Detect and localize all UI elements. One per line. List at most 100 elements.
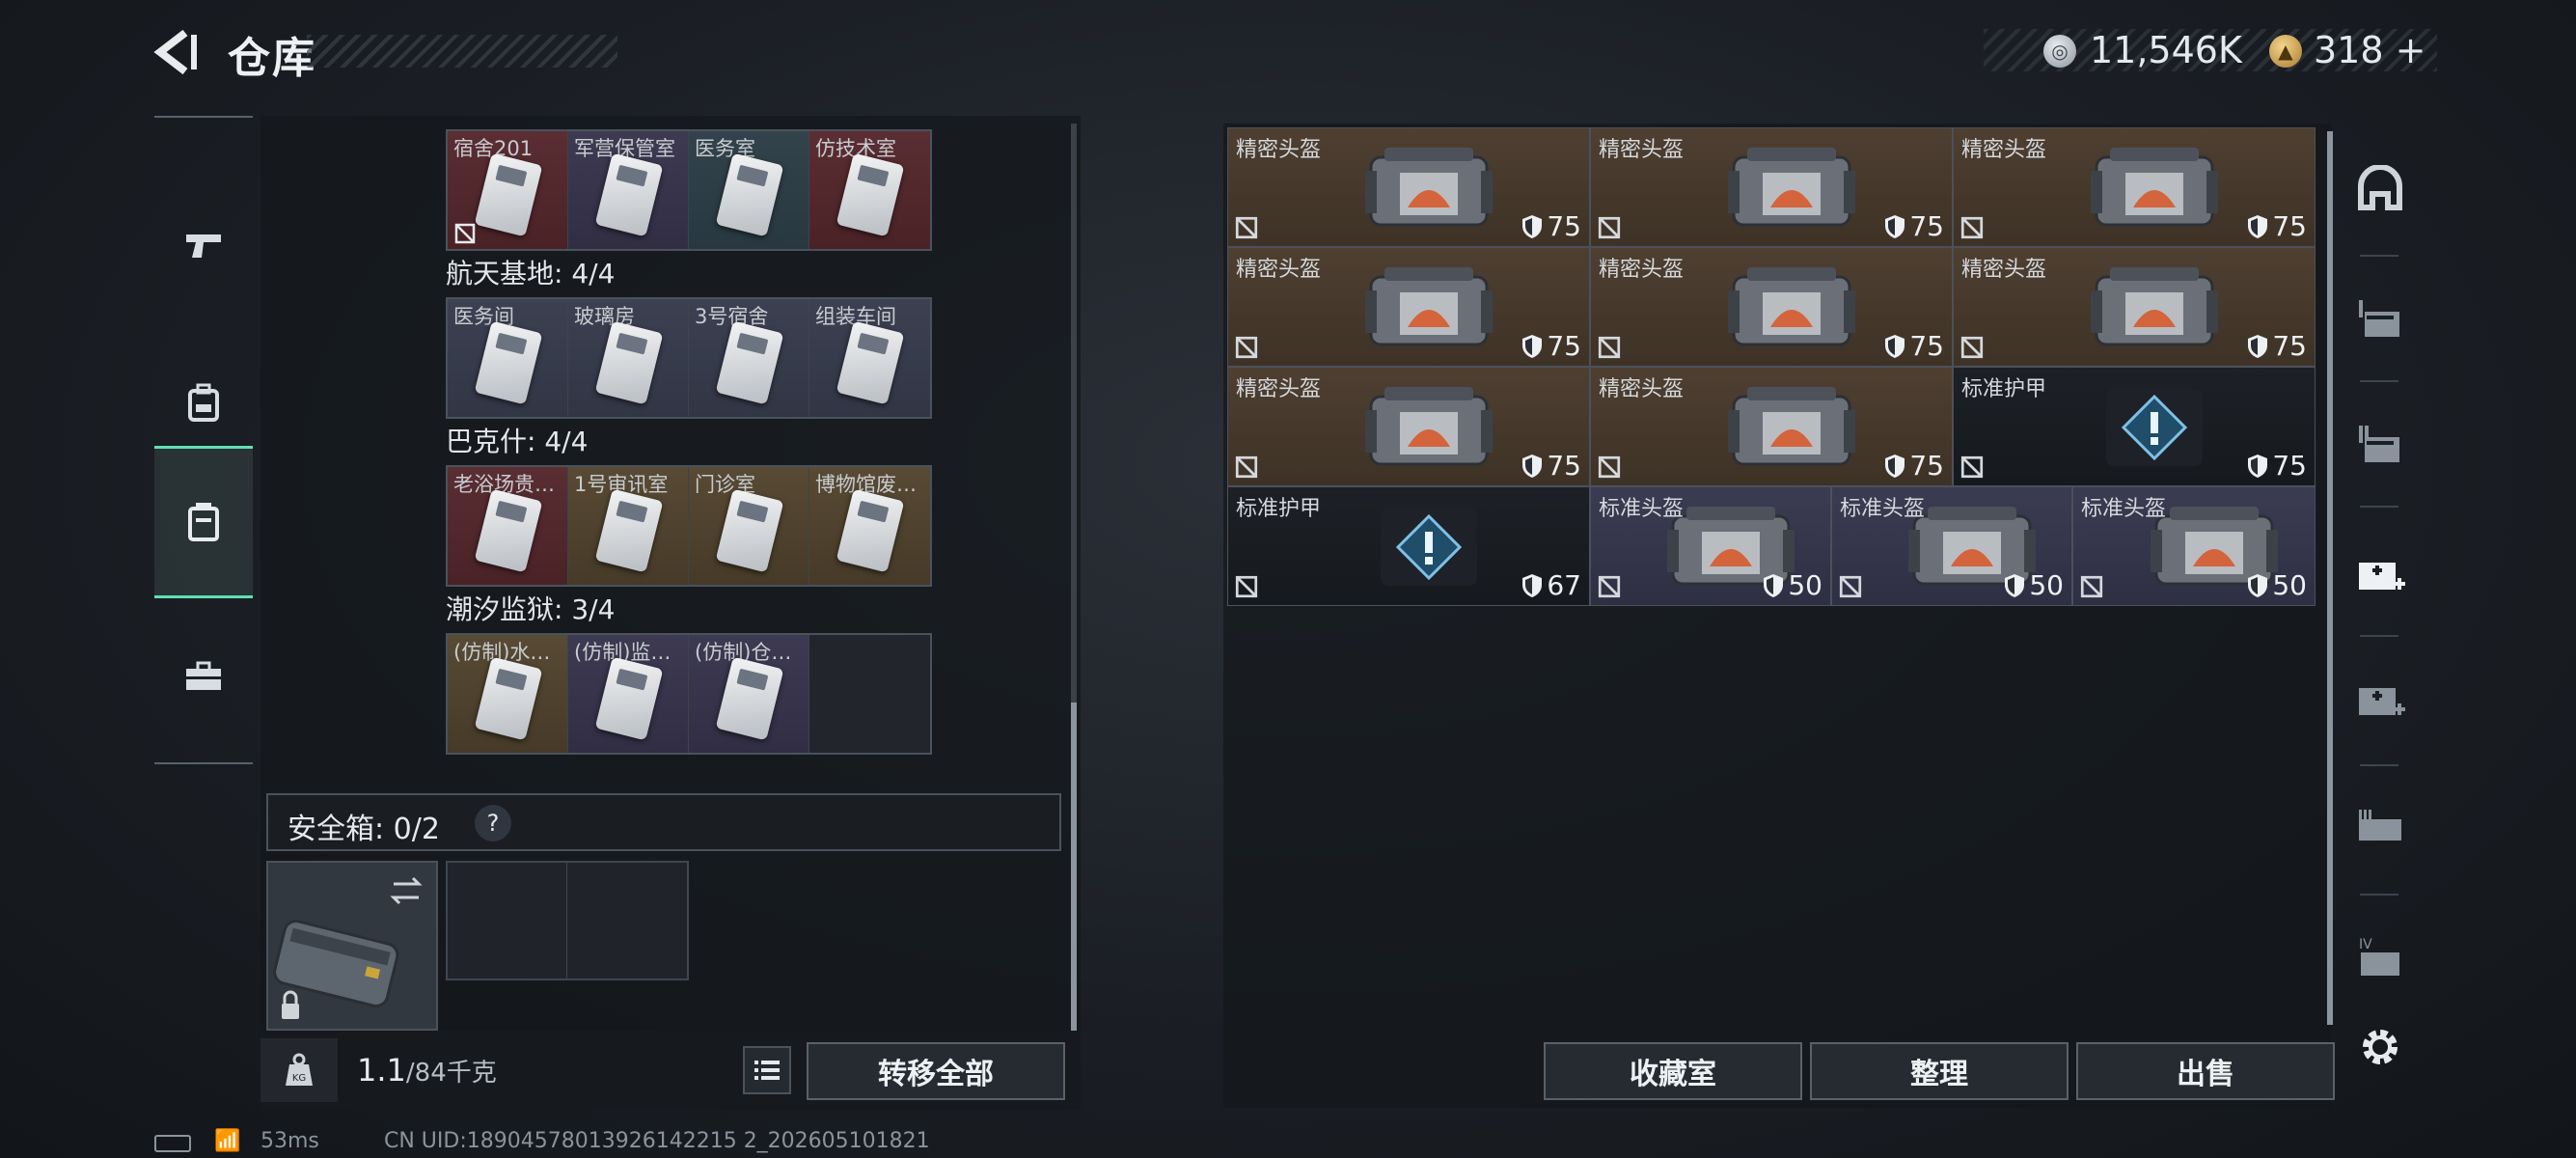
keycard-row: 宿舍201 军营保管室 医务室 仿技术室 — [446, 129, 932, 251]
medkit-add-2-icon — [2359, 688, 2405, 715]
durability-value: 67 — [1547, 569, 1581, 601]
durability: 75 — [1884, 330, 1944, 362]
shield-icon — [1764, 573, 1784, 597]
nav-tools[interactable] — [154, 600, 253, 753]
keycard-slot[interactable]: 1号审讯室 — [568, 467, 689, 585]
divider — [2360, 894, 2398, 896]
inventory-item[interactable]: 精密头盔 75 — [1953, 127, 2316, 247]
keycard-icon — [836, 488, 905, 573]
inventory-item[interactable]: 精密头盔 75 — [1227, 127, 1590, 247]
safe-case-item[interactable] — [266, 861, 438, 1031]
side-tab-ammo-case[interactable]: IV — [2346, 924, 2414, 992]
inventory-item[interactable]: 精密头盔 75 — [1590, 367, 1953, 486]
keycard-icon — [594, 152, 664, 237]
backpack-weight-icon: KG — [260, 1038, 338, 1102]
side-tab-weapon-case[interactable] — [2346, 795, 2414, 863]
weapon-case-icon — [2359, 810, 2401, 841]
inventory-item[interactable]: 标准头盔 50 — [2072, 486, 2316, 606]
back-button[interactable] — [152, 27, 203, 77]
inventory-item[interactable]: 精密头盔 75 — [1953, 247, 2316, 367]
durability-value: 75 — [1547, 210, 1581, 242]
no-trade-icon — [1235, 216, 1258, 239]
inventory-item[interactable]: 精密头盔 75 — [1590, 247, 1953, 367]
item-name: 标准护甲 — [1236, 497, 1322, 521]
keycard-slot[interactable]: 博物馆废… — [809, 467, 930, 585]
keycard-slot[interactable]: 3号宿舍 — [689, 299, 809, 417]
group-label: 航天基地: 4/4 — [446, 258, 616, 290]
inventory-item[interactable]: 标准头盔 50 — [1590, 486, 1831, 606]
armor-placeholder-icon — [1381, 509, 1477, 586]
keycard-slot[interactable]: (仿制)水… — [448, 635, 568, 753]
ping-readout: 53ms — [260, 1129, 319, 1153]
side-tab-medkit[interactable] — [2346, 540, 2414, 608]
sell-button[interactable]: 出售 — [2076, 1042, 2335, 1100]
keycard-slot[interactable]: 军营保管室 — [568, 131, 689, 249]
keycard-slot[interactable]: 仿技术室 — [809, 131, 930, 249]
item-name: 标准护甲 — [1961, 377, 2047, 401]
keycard-slot[interactable]: 医务室 — [689, 131, 809, 249]
inventory-item[interactable]: 标准护甲 75 — [1953, 367, 2316, 486]
premium-balance[interactable]: 318 + — [2314, 29, 2425, 71]
shield-icon — [1522, 454, 1543, 478]
weight-icon: KG — [286, 1053, 313, 1086]
safe-slot[interactable] — [448, 863, 568, 979]
inventory-item[interactable]: 精密头盔 75 — [1590, 127, 1953, 247]
nav-containers[interactable] — [154, 446, 253, 598]
inventory-item[interactable]: 精密头盔 75 — [1227, 247, 1590, 367]
divider — [2360, 635, 2398, 637]
keycard-slot[interactable]: 玻璃房 — [568, 299, 689, 417]
right-scrollbar[interactable] — [2327, 131, 2333, 1025]
keycard-slot[interactable]: (仿制)监… — [568, 635, 689, 753]
organize-button[interactable]: 整理 — [1810, 1042, 2069, 1100]
no-trade-icon — [1960, 336, 1984, 359]
durability-value: 75 — [2272, 450, 2307, 482]
side-tab-storage-2[interactable] — [2346, 409, 2414, 477]
durability: 75 — [1521, 210, 1581, 242]
safe-box-slots — [446, 861, 689, 980]
divider — [2360, 764, 2398, 766]
keycard-slot[interactable]: 医务间 — [448, 299, 568, 417]
shield-icon — [1522, 334, 1543, 358]
shield-icon — [2248, 334, 2268, 358]
keycard-slot[interactable]: 老浴场贵… — [448, 467, 568, 585]
side-tab-armor[interactable] — [2346, 158, 2414, 226]
keycard-row: (仿制)水… (仿制)监… (仿制)仓… — [446, 633, 932, 755]
safe-slot[interactable] — [567, 863, 687, 979]
nav-weapons[interactable] — [154, 168, 253, 320]
no-trade-icon — [1598, 575, 1621, 598]
item-name: 精密头盔 — [1599, 258, 1685, 282]
shield-icon — [2248, 214, 2268, 238]
no-trade-icon — [1235, 336, 1258, 359]
durability: 75 — [2247, 330, 2307, 362]
armor-icon — [2358, 165, 2402, 210]
collection-room-button[interactable]: 收藏室 — [1544, 1042, 1802, 1100]
keycard-slot[interactable]: 组装车间 — [809, 299, 930, 417]
inventory-item[interactable]: 标准头盔 50 — [1831, 486, 2072, 606]
add-premium-button[interactable]: + — [2396, 29, 2426, 71]
no-trade-icon — [1960, 455, 1984, 479]
durability: 75 — [1521, 330, 1581, 362]
no-trade-icon — [1598, 216, 1621, 239]
helmet-bag-icon — [1365, 148, 1493, 227]
transfer-all-button[interactable]: 转移全部 — [807, 1042, 1065, 1100]
left-scrollbar-thumb[interactable] — [1071, 703, 1077, 1031]
svg-text:IV: IV — [2359, 937, 2372, 952]
keycard-slot[interactable]: (仿制)仓… — [689, 635, 809, 753]
coin-icon: ◎ — [2043, 35, 2076, 68]
empty-slot[interactable] — [809, 635, 930, 753]
settings-button[interactable] — [2346, 1013, 2414, 1081]
helmet-bag-icon — [1728, 387, 1855, 466]
keycard-slot[interactable]: 门诊室 — [689, 467, 809, 585]
keycard-slot[interactable]: 宿舍201 — [448, 131, 568, 249]
keycard-icon — [474, 488, 543, 573]
keycard-icon — [715, 152, 784, 237]
list-view-button[interactable] — [743, 1046, 791, 1094]
help-button[interactable]: ? — [475, 805, 511, 841]
inventory-item[interactable]: 标准护甲 67 — [1227, 486, 1590, 606]
durability: 75 — [2247, 450, 2307, 482]
divider — [2360, 255, 2398, 257]
side-tab-medkit-2[interactable] — [2346, 666, 2414, 733]
shield-icon — [2248, 573, 2268, 597]
side-tab-storage-1[interactable] — [2346, 284, 2414, 351]
inventory-item[interactable]: 精密头盔 75 — [1227, 367, 1590, 486]
